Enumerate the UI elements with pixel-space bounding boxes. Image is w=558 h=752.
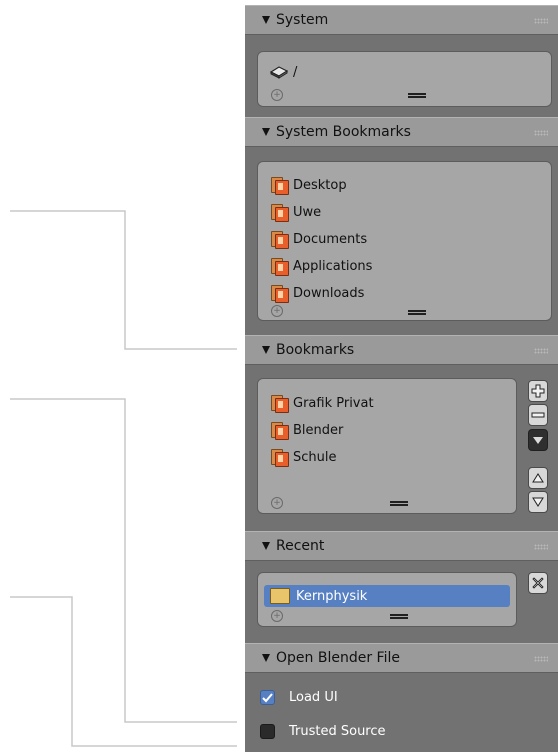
resize-handle-icon[interactable]	[408, 93, 426, 98]
drag-grip-icon[interactable]	[534, 130, 548, 136]
add-plus-icon[interactable]: +	[271, 497, 283, 509]
plus-icon	[531, 384, 545, 398]
list-item[interactable]: Blender	[270, 419, 343, 441]
bookmark-specials-menu-button[interactable]	[528, 429, 548, 451]
add-plus-icon[interactable]: +	[271, 610, 283, 622]
recent-header[interactable]: Recent	[245, 531, 558, 561]
open-blender-file-header[interactable]: Open Blender File	[245, 643, 558, 673]
collapse-triangle-icon	[262, 654, 270, 662]
recent-list: Kernphysik +	[257, 572, 517, 627]
list-item[interactable]: Schule	[270, 446, 337, 468]
list-item-label: Blender	[293, 422, 344, 438]
bookmarks-list: Grafik Privat Blender Schule +	[257, 378, 517, 514]
folder-icon	[270, 258, 289, 276]
trusted-source-option[interactable]: Trusted Source	[260, 721, 386, 741]
minus-icon	[531, 412, 545, 418]
add-plus-icon[interactable]: +	[271, 89, 283, 101]
drag-grip-icon[interactable]	[534, 348, 548, 354]
trusted-source-checkbox[interactable]	[260, 723, 275, 739]
load-ui-option[interactable]: Load UI	[260, 687, 338, 707]
list-item-label: Grafik Privat	[293, 395, 374, 411]
clear-recent-button[interactable]	[528, 572, 548, 594]
system-item-label: /	[293, 64, 298, 80]
menu-triangle-icon	[533, 437, 543, 444]
resize-handle-icon[interactable]	[390, 501, 408, 506]
list-item-label: Schule	[293, 449, 337, 465]
arrow-down-icon	[532, 497, 544, 507]
move-bookmark-down-button[interactable]	[528, 491, 548, 513]
file-browser-sidebar: System / + System Bookmarks Desktop Uwe	[245, 5, 558, 752]
resize-handle-icon[interactable]	[408, 310, 426, 315]
folder-icon	[270, 204, 289, 222]
add-bookmark-button[interactable]	[528, 380, 548, 402]
arrow-up-icon	[532, 473, 544, 483]
collapse-triangle-icon	[262, 542, 270, 550]
folder-icon	[270, 422, 289, 440]
system-bookmarks-header[interactable]: System Bookmarks	[245, 117, 558, 147]
folder-icon	[270, 177, 289, 195]
recent-item-label: Kernphysik	[296, 588, 368, 604]
folder-icon	[270, 588, 290, 604]
collapse-triangle-icon	[262, 346, 270, 354]
resize-handle-icon[interactable]	[390, 614, 408, 619]
system-bookmarks-list: Desktop Uwe Documents Applications Downl…	[257, 161, 552, 321]
list-item[interactable]: Uwe	[270, 201, 321, 223]
drag-grip-icon[interactable]	[534, 544, 548, 550]
folder-icon	[270, 231, 289, 249]
system-item-root[interactable]: /	[270, 61, 297, 83]
system-title: System	[276, 12, 329, 28]
system-list: / +	[257, 51, 552, 107]
list-item-label: Documents	[293, 231, 368, 247]
folder-icon	[270, 285, 289, 303]
open-blender-file-title: Open Blender File	[276, 650, 400, 666]
list-item[interactable]: Documents	[270, 228, 367, 250]
folder-icon	[270, 395, 289, 413]
collapse-triangle-icon	[262, 128, 270, 136]
list-item[interactable]: Desktop	[270, 174, 347, 196]
trusted-source-label: Trusted Source	[289, 723, 386, 739]
list-item-label: Downloads	[293, 285, 365, 301]
system-bookmarks-title: System Bookmarks	[276, 124, 411, 140]
add-plus-icon[interactable]: +	[271, 305, 283, 317]
system-header[interactable]: System	[245, 5, 558, 35]
collapse-triangle-icon	[262, 16, 270, 24]
list-item[interactable]: Grafik Privat	[270, 392, 374, 414]
list-item-label: Desktop	[293, 177, 347, 193]
drag-grip-icon[interactable]	[534, 18, 548, 24]
close-icon	[532, 577, 544, 589]
bookmarks-title: Bookmarks	[276, 342, 355, 358]
bookmarks-header[interactable]: Bookmarks	[245, 335, 558, 365]
remove-bookmark-button[interactable]	[528, 404, 548, 426]
disk-icon	[270, 66, 288, 79]
drag-grip-icon[interactable]	[534, 656, 548, 662]
list-item-label: Applications	[293, 258, 373, 274]
folder-icon	[270, 449, 289, 467]
list-item[interactable]: Applications	[270, 255, 372, 277]
list-item[interactable]: Downloads	[270, 282, 364, 304]
checkmark-icon	[262, 692, 273, 702]
recent-item-selected[interactable]: Kernphysik	[264, 585, 510, 607]
load-ui-label: Load UI	[289, 689, 338, 705]
list-item-label: Uwe	[293, 204, 322, 220]
move-bookmark-up-button[interactable]	[528, 467, 548, 489]
load-ui-checkbox[interactable]	[260, 689, 275, 705]
recent-title: Recent	[276, 538, 325, 554]
